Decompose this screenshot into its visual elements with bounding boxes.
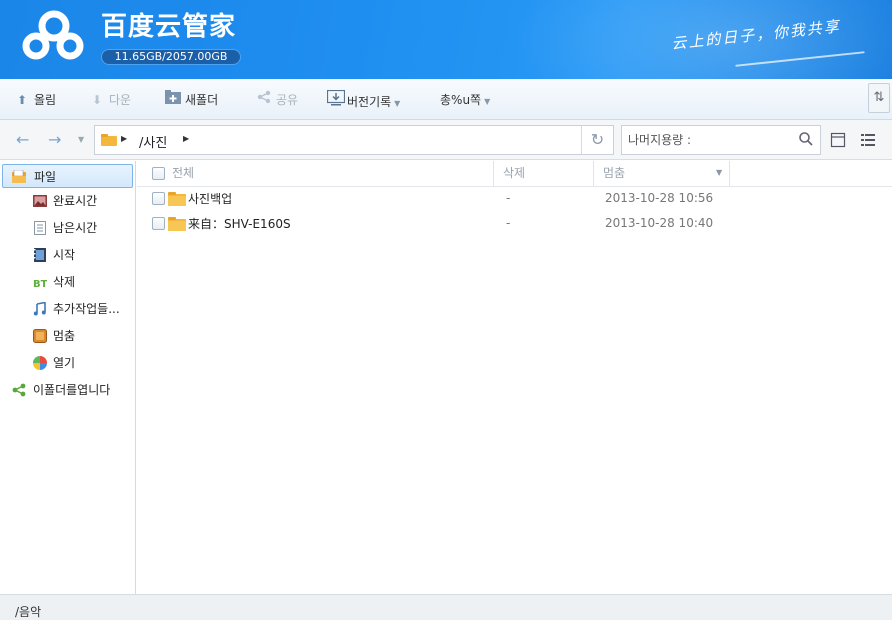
upload-label: 올림 — [34, 93, 57, 107]
table-row[interactable]: 사진백업 - 2013-10-28 10:56 — [137, 186, 892, 212]
document-icon — [34, 221, 46, 235]
share-icon — [256, 90, 272, 110]
breadcrumb-path[interactable]: /사진 — [139, 132, 167, 151]
row-checkbox[interactable] — [152, 192, 165, 205]
more-menu-button[interactable]: 총%u쪽 ▼ — [440, 90, 490, 110]
column-header-size[interactable]: 삭제 — [503, 161, 525, 187]
app-title: 百度云管家 — [101, 12, 237, 42]
files-icon — [12, 170, 26, 183]
sidebar-item-bt[interactable]: BT 삭제 — [0, 270, 135, 294]
file-date: 2013-10-28 10:56 — [605, 191, 714, 205]
new-folder-button[interactable]: 새폴더 — [165, 90, 218, 110]
folder-icon — [168, 217, 186, 231]
upload-arrow-icon: ⬆ — [16, 93, 28, 107]
sidebar-item-label: 삭제 — [53, 275, 76, 289]
sidebar-item-documents[interactable]: 남은시간 — [0, 216, 135, 240]
image-icon — [33, 195, 47, 207]
video-icon — [34, 248, 46, 262]
folder-icon — [101, 134, 117, 146]
sidebar-item-apps[interactable]: 열기 — [0, 351, 135, 375]
sidebar-item-label: 남은시간 — [53, 221, 98, 235]
sidebar-item-images[interactable]: 완료시간 — [0, 189, 135, 213]
download-arrow-icon: ⬇ — [91, 93, 103, 107]
search-box — [621, 125, 821, 155]
status-text: /음악 — [15, 605, 42, 619]
version-history-button[interactable]: 버전기록 ▼ — [326, 89, 401, 112]
baidu-cloud-logo-icon — [22, 10, 84, 60]
sidebar-item-label: 추가작업들... — [53, 302, 120, 316]
forward-arrow-icon[interactable]: → — [48, 130, 61, 149]
file-date: 2013-10-28 10:40 — [605, 216, 714, 230]
sidebar-item-label: 시작 — [53, 248, 76, 262]
back-arrow-icon[interactable]: ← — [16, 130, 29, 149]
list-view-icon[interactable] — [860, 132, 876, 148]
chevron-down-icon: ▼ — [394, 99, 401, 108]
new-folder-label: 새폴더 — [185, 93, 219, 107]
history-dropdown-icon[interactable]: ▼ — [78, 135, 84, 144]
sidebar-item-label: 파일 — [34, 170, 57, 184]
download-label: 다운 — [109, 93, 132, 107]
more-menu-label: 총%u쪽 — [440, 93, 482, 107]
sidebar-item-archive[interactable]: 멈춤 — [0, 324, 135, 348]
panel-toggle-icon: ⇅ — [873, 90, 885, 105]
refresh-icon: ↻ — [590, 130, 605, 149]
sidebar-item-label: 열기 — [53, 356, 76, 370]
share-button[interactable]: 공유 — [256, 90, 298, 110]
column-divider[interactable] — [493, 161, 494, 187]
sidebar-item-label: 완료시간 — [53, 194, 98, 208]
thumbnail-view-icon[interactable] — [830, 132, 846, 148]
list-header: 전체 삭제 멈춤 ▼ — [137, 161, 892, 187]
download-button[interactable]: ⬇ 다운 — [89, 90, 131, 110]
new-folder-icon — [165, 90, 181, 110]
select-all-checkbox[interactable] — [152, 167, 165, 180]
chevron-down-icon: ▼ — [484, 97, 491, 106]
breadcrumb-arrow-icon[interactable]: ▶ — [121, 134, 127, 143]
sidebar-item-videos[interactable]: 시작 — [0, 243, 135, 267]
toolbar: ⬆ 올림 ⬇ 다운 새폴더 공유 버전기록 ▼ 총%u쪽 ▼ ⇅ — [0, 79, 892, 120]
column-header-date[interactable]: 멈춤 — [603, 161, 625, 187]
svg-text:BT: BT — [33, 279, 47, 289]
sort-dropdown-icon[interactable]: ▼ — [716, 161, 722, 187]
file-list: 전체 삭제 멈춤 ▼ 사진백업 - 2013-10-28 10:56 来自：SH… — [137, 161, 892, 594]
file-size: - — [506, 191, 511, 205]
search-icon[interactable] — [798, 131, 814, 147]
sidebar-item-files[interactable]: 파일 — [2, 164, 133, 188]
breadcrumb-arrow-icon[interactable]: ▶ — [183, 134, 189, 143]
sidebar-item-label: 이폴더를엽니다 — [33, 383, 111, 397]
refresh-button[interactable]: ↻ — [581, 126, 613, 154]
share-label: 공유 — [276, 93, 299, 107]
upload-button[interactable]: ⬆ 올림 — [14, 90, 56, 110]
column-divider[interactable] — [593, 161, 594, 187]
bt-icon: BT — [33, 279, 47, 289]
storage-quota: 11.65GB/2057.00GB — [101, 49, 241, 65]
sidebar: 파일 완료시간 남은시간 시작 BT 삭제 추가작업들... 멈춤 열기 이폴더… — [0, 161, 136, 594]
apps-icon — [33, 356, 47, 370]
status-bar: /음악 — [0, 594, 892, 620]
file-size: - — [506, 216, 511, 230]
sidebar-item-share[interactable]: 이폴더를엽니다 — [0, 378, 135, 402]
table-row[interactable]: 来自：SHV-E160S - 2013-10-28 10:40 — [137, 211, 892, 237]
file-name[interactable]: 来自：SHV-E160S — [188, 215, 291, 232]
music-icon — [33, 302, 46, 316]
row-checkbox[interactable] — [152, 217, 165, 230]
address-bar: ← → ▼ ▶ /사진 ▶ ↻ — [0, 120, 892, 160]
share-icon — [12, 383, 26, 397]
column-header-name[interactable]: 전체 — [172, 161, 194, 187]
path-box[interactable]: ▶ /사진 ▶ ↻ — [94, 125, 614, 155]
search-input[interactable] — [628, 131, 792, 149]
folder-icon — [168, 192, 186, 206]
sidebar-item-music[interactable]: 추가작업들... — [0, 297, 135, 321]
panel-toggle-button[interactable]: ⇅ — [868, 83, 890, 113]
column-divider[interactable] — [729, 161, 730, 187]
version-history-label: 버전기록 — [347, 95, 392, 109]
archive-icon — [33, 329, 47, 343]
file-name[interactable]: 사진백업 — [188, 190, 232, 207]
sidebar-item-label: 멈춤 — [53, 329, 76, 343]
app-header: 百度云管家 11.65GB/2057.00GB 云上的日子，你我共享 — [0, 0, 892, 79]
version-history-icon — [326, 89, 346, 112]
